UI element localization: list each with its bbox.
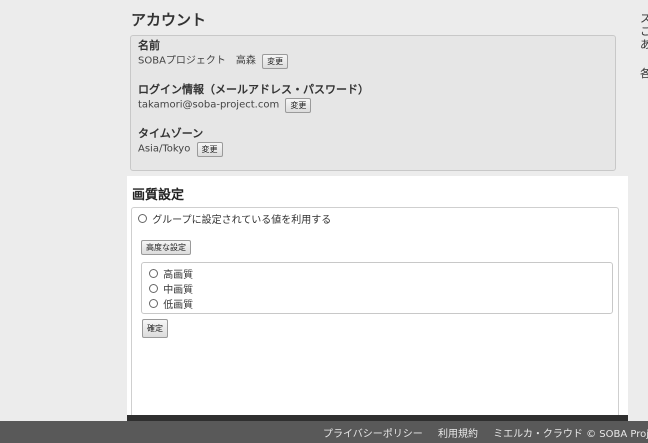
timezone-row: Asia/Tokyo 変更 [138, 142, 223, 158]
right-panel-clipped-text: ス こ あ 各 [640, 12, 648, 80]
quality-option-medium[interactable]: 中画質 [149, 281, 193, 296]
account-heading: アカウント [131, 11, 207, 29]
right-panel-line: ス [640, 12, 648, 25]
privacy-policy-link[interactable]: プライバシーポリシー [323, 429, 423, 440]
quality-low-radio[interactable] [149, 299, 158, 308]
account-name-section: 名前 SOBAプロジェクト 高森 変更 [138, 39, 289, 70]
name-label: 名前 [138, 39, 160, 52]
terms-link[interactable]: 利用規約 [438, 429, 478, 440]
quality-settings-box: グループに設定されている値を利用する 高度な設定 高画質 中画質 低画質 確定 [131, 207, 619, 416]
quality-options-group: 高画質 中画質 低画質 [141, 262, 613, 314]
group-value-radio[interactable] [138, 214, 147, 223]
change-name-button[interactable]: 変更 [262, 54, 289, 69]
quality-medium-label: 中画質 [163, 285, 194, 296]
footer: プライバシーポリシー 利用規約 ミエルカ・クラウド © SOBA Projec [0, 421, 648, 443]
quality-medium-radio[interactable] [149, 284, 158, 293]
quality-high-radio[interactable] [149, 269, 158, 278]
footer-links: プライバシーポリシー 利用規約 ミエルカ・クラウド © SOBA Projec [323, 425, 648, 440]
confirm-button[interactable]: 確定 [142, 319, 168, 338]
account-timezone-section: タイムゾーン Asia/Tokyo 変更 [138, 127, 223, 158]
timezone-label: タイムゾーン [138, 127, 204, 140]
change-login-button[interactable]: 変更 [285, 98, 312, 113]
quality-settings-title: 画質設定 [132, 188, 185, 203]
account-panel: 名前 SOBAプロジェクト 高森 変更 ログイン情報（メールアドレス・パスワード… [130, 35, 616, 171]
name-row: SOBAプロジェクト 高森 変更 [138, 54, 289, 70]
timezone-value: Asia/Tokyo [138, 143, 191, 155]
group-value-option[interactable]: グループに設定されている値を利用する [138, 211, 331, 226]
advanced-settings-button[interactable]: 高度な設定 [141, 240, 191, 255]
login-value: takamori@soba-project.com [138, 99, 280, 111]
quality-option-low[interactable]: 低画質 [149, 296, 193, 311]
group-value-label: グループに設定されている値を利用する [152, 215, 332, 226]
quality-option-high[interactable]: 高画質 [149, 266, 193, 281]
name-value: SOBAプロジェクト 高森 [138, 55, 256, 67]
quality-high-label: 高画質 [163, 270, 194, 281]
quality-low-label: 低画質 [163, 300, 194, 311]
change-timezone-button[interactable]: 変更 [196, 142, 223, 157]
right-panel-line: あ [640, 38, 648, 51]
right-panel-line: 各 [640, 67, 648, 80]
login-row: takamori@soba-project.com 変更 [138, 98, 369, 114]
right-panel-line: こ [640, 25, 648, 38]
copyright-text: ミエルカ・クラウド © SOBA Projec [493, 429, 648, 440]
login-label: ログイン情報（メールアドレス・パスワード） [138, 83, 369, 96]
quality-settings-dialog: 画質設定 グループに設定されている値を利用する 高度な設定 高画質 中画質 低画… [127, 176, 628, 416]
account-login-section: ログイン情報（メールアドレス・パスワード） takamori@soba-proj… [138, 83, 369, 114]
